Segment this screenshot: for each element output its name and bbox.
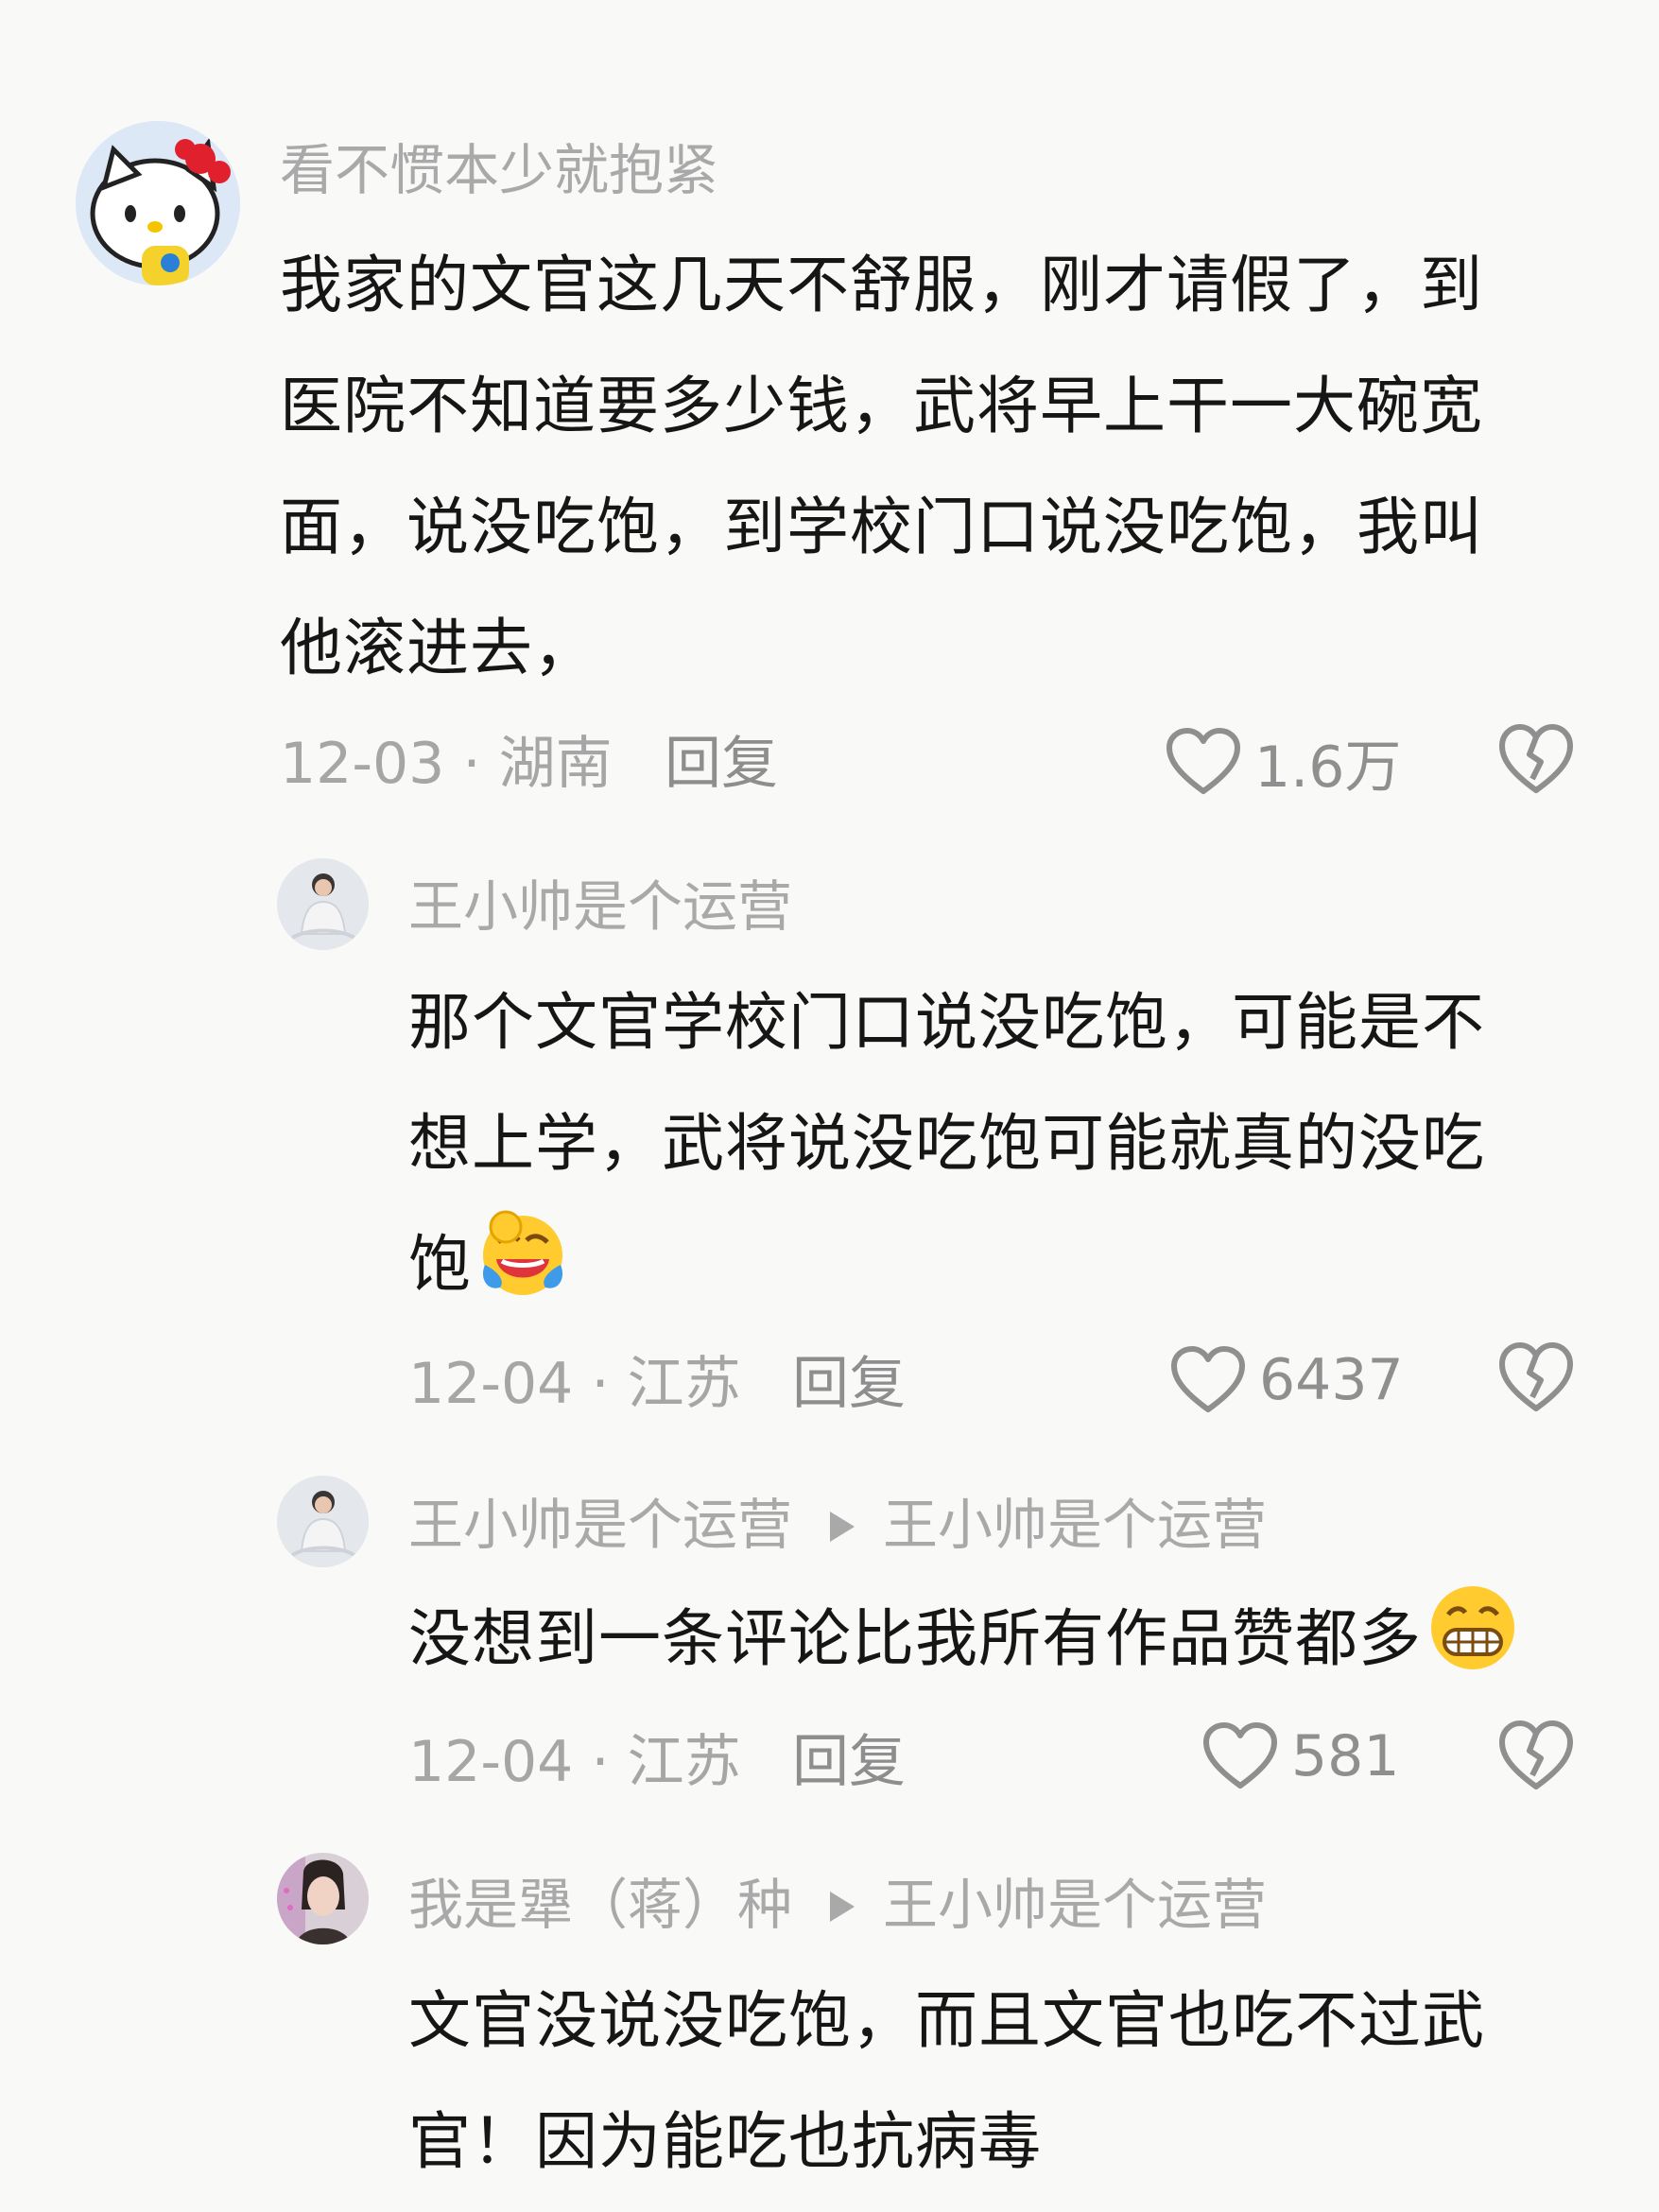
avatar[interactable] [76, 121, 240, 285]
reply-to-name[interactable]: 王小帅是个运营 [883, 1493, 1267, 1557]
meta-separator: · [591, 1351, 610, 1417]
grinning-emoji-icon [1431, 1586, 1514, 1669]
comment-text-line: 没想到一条评论比我所有作品赞都多 [408, 1579, 1518, 1700]
comment-text-line: 文官没说没吃饱，而且文官也吃不过武 [408, 1984, 1485, 2057]
hello-kitty-avatar-icon [76, 121, 240, 285]
like-button[interactable]: 581 [1202, 1719, 1400, 1794]
broken-heart-icon[interactable] [1498, 722, 1574, 796]
reply-arrow-icon [830, 1891, 855, 1922]
reply-to-name[interactable]: 王小帅是个运营 [883, 1873, 1267, 1937]
comment-meta: 12-04 · 江苏 [408, 1724, 741, 1800]
comment-meta: 12-04 · 江苏 [408, 1346, 741, 1422]
comment-text-line: 官！因为能吃也抗病毒 [408, 2105, 1042, 2178]
top-bar-remnant [0, 0, 1659, 8]
avatar[interactable] [277, 858, 369, 950]
comment-text-line: 医院不知道要多少钱，武将早上干一大碗宽 [280, 370, 1483, 442]
meta-separator: · [462, 731, 481, 797]
reply-button[interactable]: 回复 [792, 1346, 906, 1422]
like-count: 1.6万 [1254, 734, 1402, 801]
comment-location: 江苏 [627, 1729, 741, 1795]
comment-date: 12-03 [280, 731, 445, 797]
comment-meta: 12-03 · 湖南 [280, 726, 613, 802]
comment-text: 文官没说没吃饱，而且文官也吃不过武 官！因为能吃也抗病毒 [408, 1961, 1485, 2203]
like-button[interactable]: 6437 [1170, 1342, 1404, 1418]
author-name[interactable]: 王小帅是个运营 [408, 1493, 792, 1557]
comment-text-line: 面，说没吃饱，到学校门口说没吃饱，我叫 [280, 491, 1483, 563]
comment-text-line: 饱 [408, 1204, 1485, 1325]
author-name[interactable]: 我是犟（蒋）种 [408, 1873, 792, 1937]
comment-date: 12-04 [408, 1729, 574, 1795]
broken-heart-icon[interactable] [1498, 1340, 1574, 1414]
user-photo-avatar-icon [277, 1853, 369, 1944]
broken-heart-icon[interactable] [1498, 1719, 1574, 1792]
comment-text: 没想到一条评论比我所有作品赞都多 [408, 1579, 1518, 1700]
comment-location: 湖南 [498, 731, 613, 797]
comment-text-line: 想上学，武将说没吃饱可能就真的没吃 [408, 1107, 1485, 1180]
like-button[interactable]: 1.6万 [1166, 724, 1401, 801]
comment-text: 我家的文官这几天不舒服，刚才请假了，到 医院不知道要多少钱，武将早上干一大碗宽 … [280, 225, 1483, 709]
comment-date: 12-04 [408, 1351, 574, 1417]
comment-location: 江苏 [627, 1351, 741, 1417]
reply-arrow-icon [830, 1511, 855, 1542]
heart-icon [1203, 1722, 1277, 1789]
crying-laughing-emoji-icon [482, 1210, 563, 1295]
comment-text-fragment: 没想到一条评论比我所有作品赞都多 [408, 1602, 1422, 1675]
heart-icon [1171, 1346, 1245, 1412]
comment-username[interactable]: 王小帅是个运营 王小帅是个运营 [408, 1492, 1267, 1558]
comment-username[interactable]: 看不惯本少就抱紧 [280, 137, 718, 203]
heart-icon [1166, 728, 1240, 794]
user-photo-avatar-icon [277, 1476, 369, 1567]
comment-text-fragment: 饱 [408, 1228, 472, 1301]
avatar[interactable] [277, 1476, 369, 1567]
reply-button[interactable]: 回复 [665, 726, 778, 802]
like-count: 581 [1291, 1723, 1400, 1789]
avatar[interactable] [277, 1853, 369, 1944]
comment-text-line: 那个文官学校门口说没吃饱，可能是不 [408, 986, 1485, 1059]
comment-text-line: 他滚进去， [280, 612, 596, 684]
comment-text-line: 我家的文官这几天不舒服，刚才请假了，到 [280, 249, 1483, 321]
user-photo-avatar-icon [277, 858, 369, 950]
reply-button[interactable]: 回复 [792, 1724, 906, 1800]
comment-text: 那个文官学校门口说没吃饱，可能是不 想上学，武将说没吃饱可能就真的没吃 饱 [408, 962, 1485, 1325]
like-count: 6437 [1259, 1347, 1404, 1413]
comment-username[interactable]: 我是犟（蒋）种 王小帅是个运营 [408, 1872, 1267, 1938]
comment-username[interactable]: 王小帅是个运营 [408, 873, 792, 940]
meta-separator: · [591, 1729, 610, 1795]
